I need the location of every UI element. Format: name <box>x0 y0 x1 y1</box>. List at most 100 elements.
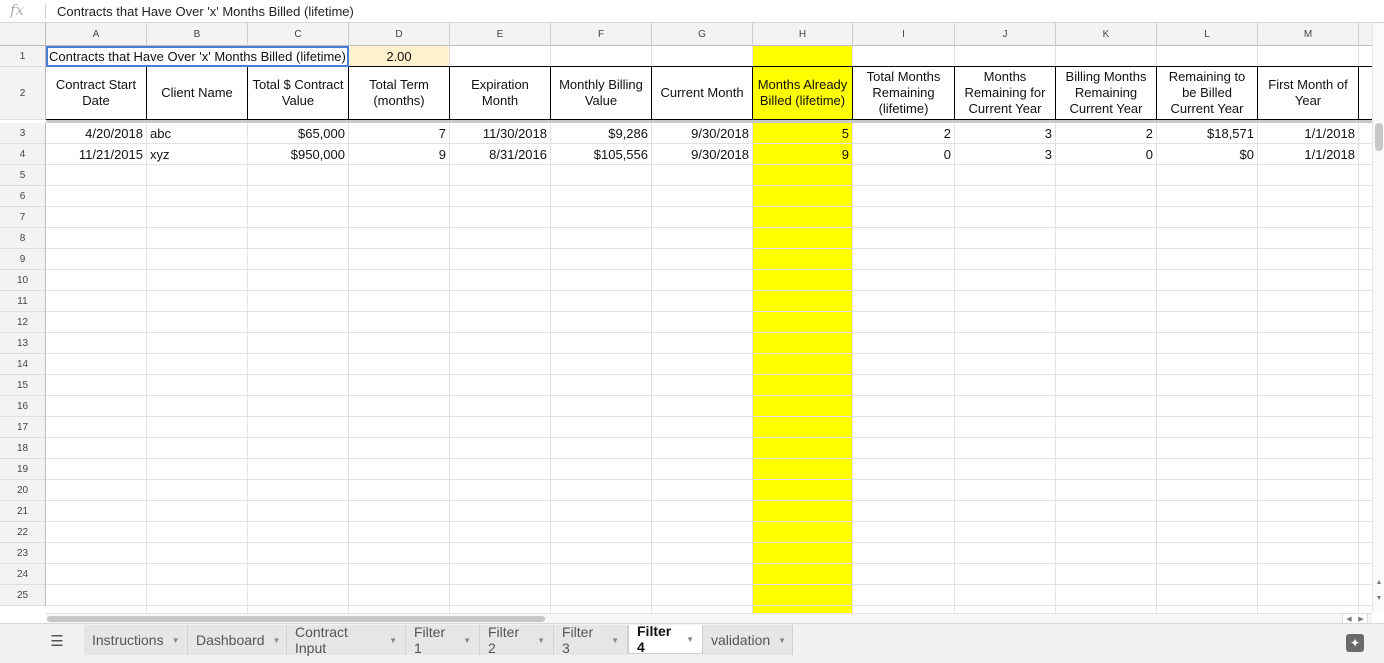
column-header-e[interactable]: E <box>450 23 551 46</box>
header-cell-b2[interactable]: Client Name <box>147 67 247 119</box>
scroll-right-arrow-icon[interactable]: ▶ <box>1358 615 1363 623</box>
row-header-1[interactable]: 1 <box>0 46 46 67</box>
row-header-13[interactable]: 13 <box>0 333 46 354</box>
column-header-d[interactable]: D <box>349 23 450 46</box>
formula-input[interactable]: Contracts that Have Over 'x' Months Bill… <box>57 4 354 19</box>
row-header-11[interactable]: 11 <box>0 291 46 312</box>
header-cell-m2[interactable]: First Month of Year <box>1258 67 1358 119</box>
column-header-b[interactable]: B <box>147 23 248 46</box>
data-cell-j3[interactable]: 3 <box>955 123 1055 143</box>
chevron-down-icon[interactable]: ▼ <box>686 635 694 644</box>
tab-contract-input[interactable]: Contract Input ▼ <box>287 624 406 656</box>
data-cell-e4[interactable]: 8/31/2016 <box>450 144 550 164</box>
horizontal-scrollbar[interactable] <box>46 613 1372 623</box>
data-cell-l3[interactable]: $18,571 <box>1157 123 1257 143</box>
data-cell-i3[interactable]: 2 <box>853 123 954 143</box>
scroll-down-arrow-icon[interactable]: ▼ <box>1373 595 1384 602</box>
column-header-a[interactable]: A <box>46 23 147 46</box>
tab-filter-2[interactable]: Filter 2 ▼ <box>480 624 554 656</box>
row-header-10[interactable]: 10 <box>0 270 46 291</box>
header-cell-i2[interactable]: Total Months Remaining (lifetime) <box>853 67 954 119</box>
header-cell-l2[interactable]: Remaining to be Billed Current Year <box>1157 67 1257 119</box>
row-header-19[interactable]: 19 <box>0 459 46 480</box>
chevron-down-icon[interactable]: ▼ <box>537 636 545 645</box>
tab-filter-1[interactable]: Filter 1 ▼ <box>406 624 480 656</box>
chevron-down-icon[interactable]: ▼ <box>273 636 281 645</box>
data-cell-a4[interactable]: 11/21/2015 <box>46 144 146 164</box>
data-cell-d3[interactable]: 7 <box>349 123 449 143</box>
chevron-down-icon[interactable]: ▼ <box>463 636 471 645</box>
data-cell-m4[interactable]: 1/1/2018 <box>1258 144 1358 164</box>
vertical-scrollbar[interactable]: ▲ ▼ <box>1372 23 1384 613</box>
tab-filter-4[interactable]: Filter 4 ▼ <box>628 623 703 655</box>
row-header-18[interactable]: 18 <box>0 438 46 459</box>
row-header-22[interactable]: 22 <box>0 522 46 543</box>
explore-icon[interactable]: ✦ <box>1346 634 1364 652</box>
row-header-12[interactable]: 12 <box>0 312 46 333</box>
column-header-i[interactable]: I <box>853 23 955 46</box>
data-cell-b4[interactable]: xyz <box>147 144 247 164</box>
scroll-left-arrow-icon[interactable]: ◀ <box>1346 615 1351 623</box>
data-cell-b3[interactable]: abc <box>147 123 247 143</box>
data-cell-i4[interactable]: 0 <box>853 144 954 164</box>
row-header-2[interactable]: 2 <box>0 67 46 120</box>
row-header-25[interactable]: 25 <box>0 585 46 606</box>
column-header-l[interactable]: L <box>1157 23 1258 46</box>
row-header-5[interactable]: 5 <box>0 165 46 186</box>
row-header-3[interactable]: 3 <box>0 123 46 144</box>
row-header-7[interactable]: 7 <box>0 207 46 228</box>
all-sheets-menu-icon[interactable]: ☰ <box>49 632 65 652</box>
scroll-up-arrow-icon[interactable]: ▲ <box>1373 579 1384 586</box>
data-cell-l4[interactable]: $0 <box>1157 144 1257 164</box>
data-cell-h3[interactable]: 5 <box>753 123 852 143</box>
row-header-9[interactable]: 9 <box>0 249 46 270</box>
data-cell-f4[interactable]: $105,556 <box>551 144 651 164</box>
row-header-15[interactable]: 15 <box>0 375 46 396</box>
row-header-4[interactable]: 4 <box>0 144 46 165</box>
column-header-c[interactable]: C <box>248 23 349 46</box>
data-cell-e3[interactable]: 11/30/2018 <box>450 123 550 143</box>
data-cell-d4[interactable]: 9 <box>349 144 449 164</box>
column-header-j[interactable]: J <box>955 23 1056 46</box>
threshold-cell-d1[interactable]: 2.00 <box>349 46 449 66</box>
tab-instructions[interactable]: Instructions ▼ <box>84 625 188 655</box>
header-cell-d2[interactable]: Total Term (months) <box>349 67 449 119</box>
row-header-6[interactable]: 6 <box>0 186 46 207</box>
data-cell-f3[interactable]: $9,286 <box>551 123 651 143</box>
data-cell-j4[interactable]: 3 <box>955 144 1055 164</box>
tab-validation[interactable]: validation ▼ <box>703 625 793 655</box>
horizontal-scroll-thumb[interactable] <box>47 616 545 622</box>
chevron-down-icon[interactable]: ▼ <box>778 636 786 645</box>
vertical-scroll-thumb[interactable] <box>1375 123 1383 151</box>
data-cell-g3[interactable]: 9/30/2018 <box>652 123 752 143</box>
chevron-down-icon[interactable]: ▼ <box>389 636 397 645</box>
chevron-down-icon[interactable]: ▼ <box>172 636 180 645</box>
column-header-k[interactable]: K <box>1056 23 1157 46</box>
column-header-f[interactable]: F <box>551 23 652 46</box>
header-cell-h2[interactable]: Months Already Billed (lifetime) <box>753 67 852 119</box>
column-header-m[interactable]: M <box>1258 23 1359 46</box>
column-header-g[interactable]: G <box>652 23 753 46</box>
header-cell-f2[interactable]: Monthly Billing Value <box>551 67 651 119</box>
select-all-corner[interactable] <box>0 23 46 46</box>
data-cell-k4[interactable]: 0 <box>1056 144 1156 164</box>
header-cell-k2[interactable]: Billing Months Remaining Current Year <box>1056 67 1156 119</box>
row-header-24[interactable]: 24 <box>0 564 46 585</box>
title-cell-a1[interactable]: Contracts that Have Over 'x' Months Bill… <box>46 46 349 67</box>
header-cell-j2[interactable]: Months Remaining for Current Year <box>955 67 1055 119</box>
data-cell-g4[interactable]: 9/30/2018 <box>652 144 752 164</box>
row-header-21[interactable]: 21 <box>0 501 46 522</box>
data-cell-c3[interactable]: $65,000 <box>248 123 348 143</box>
data-cell-k3[interactable]: 2 <box>1056 123 1156 143</box>
tab-filter-3[interactable]: Filter 3 ▼ <box>554 624 628 656</box>
row-header-17[interactable]: 17 <box>0 417 46 438</box>
header-cell-c2[interactable]: Total $ Contract Value <box>248 67 348 119</box>
spreadsheet-grid[interactable]: A B C D E F G H I J K L M 1 2 3 4 5 6 7 8 9 10 11 12 13 14 15 16 17 18… <box>0 23 1372 613</box>
tab-dashboard[interactable]: Dashboard ▼ <box>188 625 287 655</box>
data-cell-h4[interactable]: 9 <box>753 144 852 164</box>
row-header-14[interactable]: 14 <box>0 354 46 375</box>
header-cell-g2[interactable]: Current Month <box>652 67 752 119</box>
header-cell-e2[interactable]: Expiration Month <box>450 67 550 119</box>
row-header-8[interactable]: 8 <box>0 228 46 249</box>
data-cell-a3[interactable]: 4/20/2018 <box>46 123 146 143</box>
